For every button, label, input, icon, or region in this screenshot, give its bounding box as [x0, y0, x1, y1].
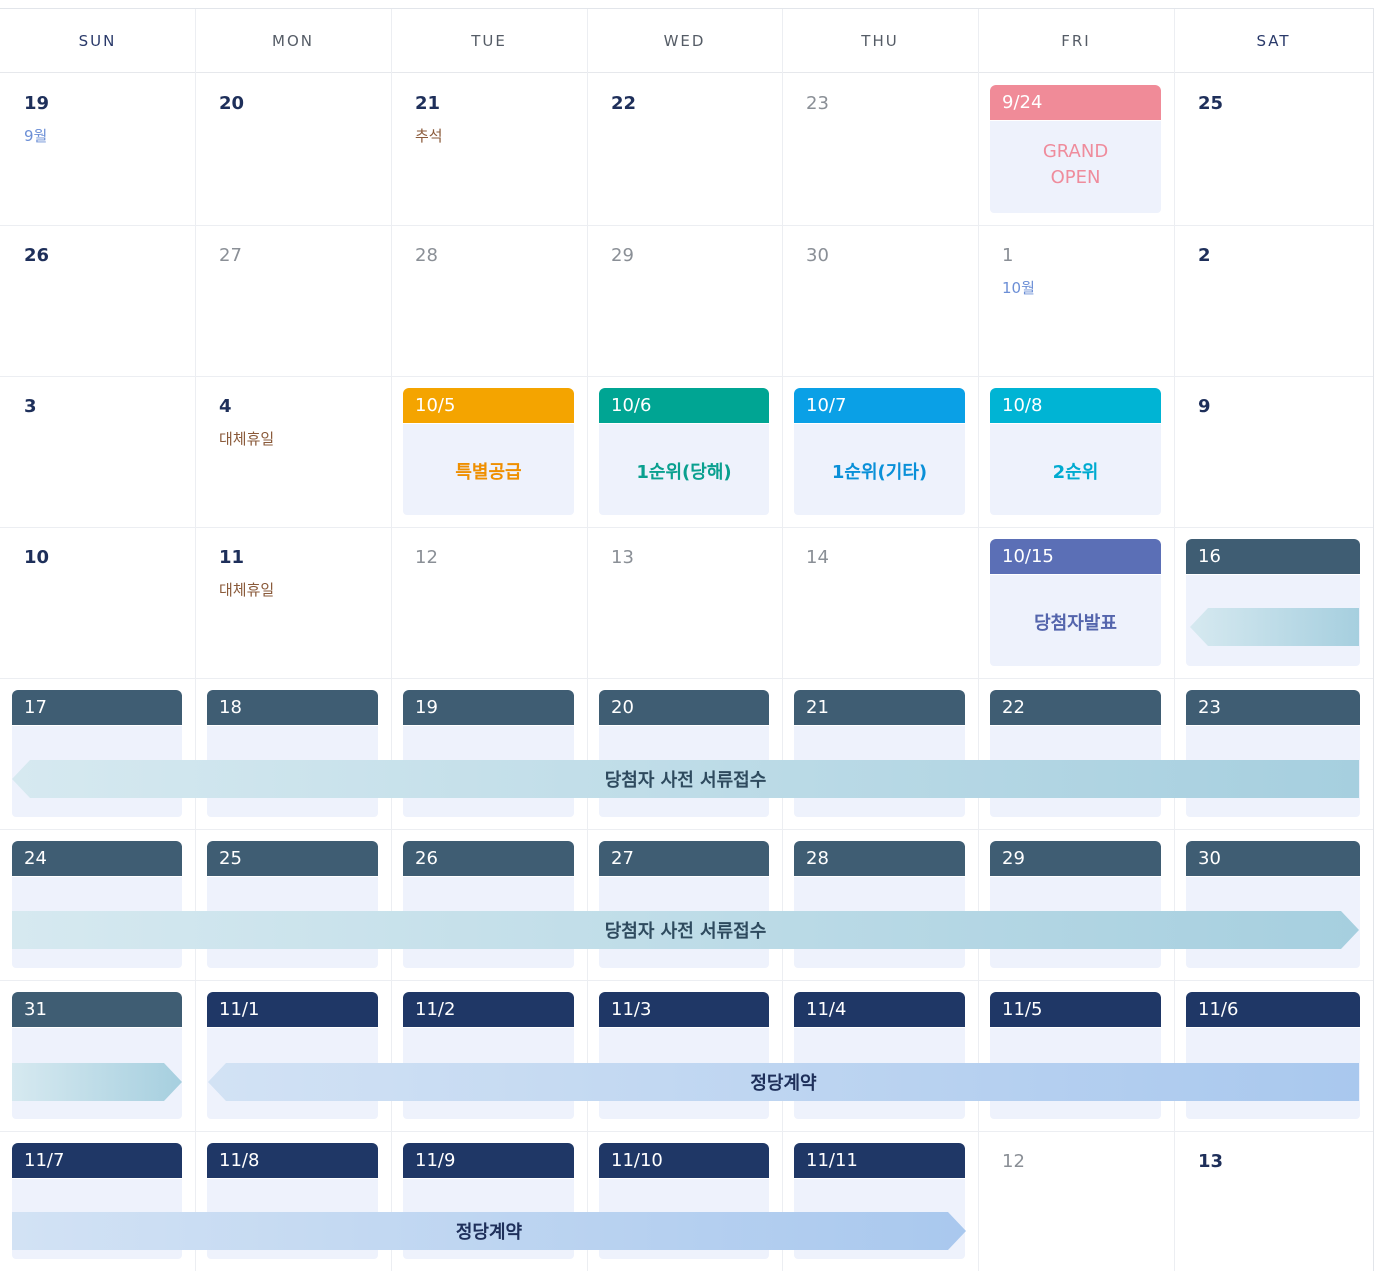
day-tab[interactable]: 11/10	[599, 1143, 769, 1178]
weekday-header: SAT	[1174, 9, 1373, 73]
day-number[interactable]: 28	[415, 245, 438, 266]
day-tab[interactable]: 20	[599, 690, 769, 725]
day-number[interactable]: 25	[1198, 93, 1223, 114]
day-number[interactable]: 13	[1198, 1151, 1223, 1172]
grid-line	[0, 527, 1373, 528]
period-band: 당첨자 사전 서류접수	[12, 911, 1359, 949]
day-number[interactable]: 23	[806, 93, 829, 114]
period-band: 정당계약	[12, 1212, 966, 1250]
day-tab[interactable]: 19	[403, 690, 574, 725]
day-number[interactable]: 29	[611, 245, 634, 266]
day-tab[interactable]: 9/24	[990, 85, 1161, 120]
day-tab[interactable]: 11/3	[599, 992, 769, 1027]
day-number[interactable]: 1	[1002, 245, 1013, 266]
day-number[interactable]: 13	[611, 547, 634, 568]
day-number[interactable]: 22	[611, 93, 636, 114]
day-number[interactable]: 10	[24, 547, 49, 568]
day-tab[interactable]: 28	[794, 841, 965, 876]
day-tab[interactable]: 10/15	[990, 539, 1161, 574]
day-tab[interactable]: 24	[12, 841, 182, 876]
weekday-header: SUN	[0, 9, 195, 73]
day-tab[interactable]: 11/8	[207, 1143, 378, 1178]
day-note: 대체휴일	[219, 581, 275, 599]
day-tab[interactable]: 11/7	[12, 1143, 182, 1178]
day-tab[interactable]: 11/6	[1186, 992, 1360, 1027]
period-band	[12, 1063, 182, 1101]
event-label: 1순위(기타)	[831, 462, 928, 483]
grid-line	[0, 225, 1373, 226]
day-tab[interactable]: 23	[1186, 690, 1360, 725]
day-tab[interactable]: 16	[1186, 539, 1360, 574]
weekday-header: TUE	[391, 9, 587, 73]
day-number[interactable]: 20	[219, 93, 244, 114]
day-note: 대체휴일	[219, 430, 275, 448]
day-tab[interactable]: 10/5	[403, 388, 574, 423]
day-number[interactable]: 14	[806, 547, 829, 568]
day-tab[interactable]: 11/11	[794, 1143, 965, 1178]
event-label: 특별공급	[455, 462, 522, 483]
day-tab[interactable]: 11/5	[990, 992, 1161, 1027]
grid-line	[0, 829, 1373, 830]
weekday-header: THU	[782, 9, 978, 73]
day-tab[interactable]: 30	[1186, 841, 1360, 876]
period-band: 정당계약	[208, 1063, 1359, 1101]
weekday-header: FRI	[978, 9, 1174, 73]
band-label: 정당계약	[455, 1222, 523, 1243]
day-note: 추석	[415, 127, 443, 145]
day-number[interactable]: 27	[219, 245, 242, 266]
day-tab[interactable]: 11/1	[207, 992, 378, 1027]
day-tab[interactable]: 11/2	[403, 992, 574, 1027]
weekday-header: WED	[587, 9, 782, 73]
day-tab[interactable]: 11/9	[403, 1143, 574, 1178]
day-note: 9월	[24, 127, 48, 145]
day-number[interactable]: 12	[415, 547, 438, 568]
grid-line	[0, 376, 1373, 377]
day-tab[interactable]: 10/6	[599, 388, 769, 423]
band-label: 당첨자 사전 서류접수	[604, 921, 767, 942]
band-label: 정당계약	[750, 1073, 817, 1094]
day-tab[interactable]: 27	[599, 841, 769, 876]
grid-line	[0, 1131, 1373, 1132]
day-number[interactable]: 21	[415, 93, 440, 114]
day-number[interactable]: 4	[219, 396, 232, 417]
period-band: 당첨자 사전 서류접수	[12, 760, 1359, 798]
day-tab[interactable]: 10/8	[990, 388, 1161, 423]
calendar: SUN MON TUE WED THU FRI SAT 19 9월 20 21 추석 22 23 9/24 G…	[0, 8, 1374, 1271]
day-tab[interactable]: 31	[12, 992, 182, 1027]
event-label: 1순위(당해)	[636, 462, 732, 483]
day-tab[interactable]: 11/4	[794, 992, 965, 1027]
day-tab[interactable]: 26	[403, 841, 574, 876]
day-number[interactable]: 26	[24, 245, 49, 266]
day-number[interactable]: 9	[1198, 396, 1211, 417]
day-tab[interactable]: 18	[207, 690, 378, 725]
day-number[interactable]: 11	[219, 547, 244, 568]
day-number[interactable]: 3	[24, 396, 37, 417]
day-tab[interactable]: 10/7	[794, 388, 965, 423]
grid-line	[0, 980, 1373, 981]
day-tab[interactable]: 21	[794, 690, 965, 725]
band-label: 당첨자 사전 서류접수	[604, 770, 767, 791]
day-number[interactable]: 12	[1002, 1151, 1025, 1172]
grid-line	[0, 678, 1373, 679]
event-label: GRAND OPEN	[1042, 141, 1109, 188]
day-tab[interactable]: 29	[990, 841, 1161, 876]
period-band	[1190, 608, 1359, 646]
day-tab[interactable]: 22	[990, 690, 1161, 725]
day-number[interactable]: 30	[806, 245, 829, 266]
grid-line	[195, 9, 196, 1271]
event-label: 당첨자발표	[1034, 613, 1117, 634]
event-label: 2순위	[1052, 462, 1099, 483]
day-note: 10월	[1002, 279, 1035, 297]
day-tab[interactable]: 17	[12, 690, 182, 725]
day-number[interactable]: 19	[24, 93, 49, 114]
day-tab[interactable]: 25	[207, 841, 378, 876]
day-number[interactable]: 2	[1198, 245, 1211, 266]
weekday-header: MON	[195, 9, 391, 73]
